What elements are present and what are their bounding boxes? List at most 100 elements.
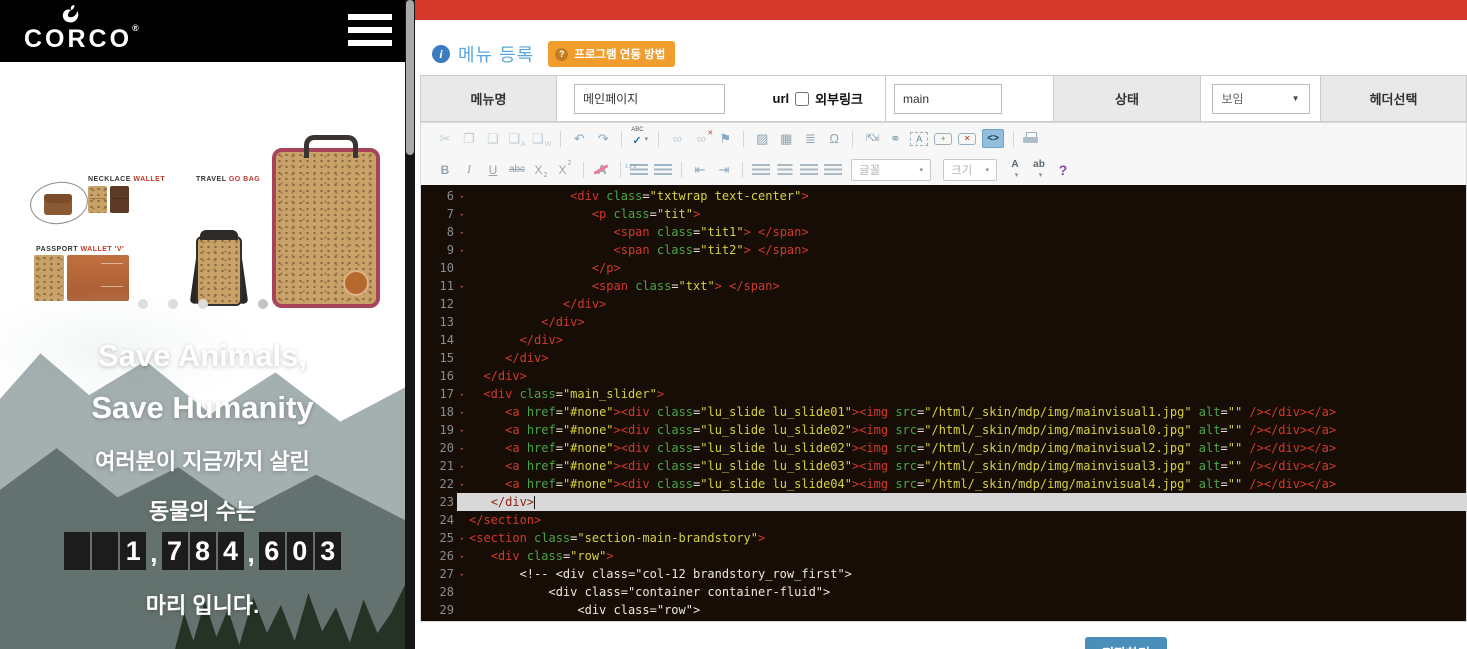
paste-button[interactable]: ❑ <box>484 129 502 148</box>
undo-button[interactable]: ↶ <box>570 129 588 148</box>
fold-arrow-icon[interactable]: ▾ <box>460 548 464 566</box>
fold-arrow-icon[interactable]: ▾ <box>460 242 464 260</box>
maximize-button[interactable]: ⇱⇲ <box>862 129 880 148</box>
code-line-30[interactable]: 30 <div class="col-12 col-lg-7 brandstor… <box>421 619 1466 621</box>
find-replace-button[interactable]: ⚭ <box>886 129 904 148</box>
link-button[interactable]: ∞ <box>668 129 686 148</box>
font-combo[interactable]: 글꼴▾ <box>851 159 931 181</box>
menu-hamburger-icon[interactable] <box>348 14 392 48</box>
code-line-27[interactable]: 27▾ <!-- <div class="col-12 brandstory_r… <box>421 565 1466 583</box>
indent-button[interactable]: ⇥ <box>715 160 733 179</box>
select-all-button[interactable]: A <box>910 132 928 146</box>
align-justify-button[interactable] <box>824 164 842 175</box>
code-line-9[interactable]: 9▾ <span class="tit2"> </span> <box>421 241 1466 259</box>
fold-arrow-icon[interactable]: ▾ <box>460 224 464 242</box>
underline-button[interactable]: U <box>484 160 502 179</box>
spell-check-button[interactable]: ABC✓▾ <box>631 129 649 148</box>
product-carousel[interactable]: NECKLACE WALLET PASSPORT WALLET 'V' TRAV… <box>0 62 405 270</box>
status-select[interactable]: 보임 ▼ <box>1212 84 1310 114</box>
outdent-button[interactable]: ⇤ <box>691 160 709 179</box>
code-line-26[interactable]: 26▾ <div class="row"> <box>421 547 1466 565</box>
table-button[interactable]: ▦ <box>777 129 795 148</box>
fold-arrow-icon[interactable]: ▾ <box>460 476 464 494</box>
code-line-6[interactable]: 6▾ <div class="txtwrap text-center"> <box>421 187 1466 205</box>
align-right-button[interactable] <box>800 164 818 175</box>
code-line-15[interactable]: 15 </div> <box>421 349 1466 367</box>
toolbar-separator <box>681 162 682 178</box>
unlink-button[interactable]: ∞✕ <box>692 129 710 148</box>
code-line-29[interactable]: 29 <div class="row"> <box>421 601 1466 619</box>
code-line-21[interactable]: 21▾ <a href="#none"><div class="lu_slide… <box>421 457 1466 475</box>
anchor-flag-button[interactable]: ⚑ <box>716 129 734 148</box>
status-label: 상태 <box>1054 76 1201 121</box>
remove-format-button[interactable]: A <box>593 160 611 179</box>
save-button[interactable]: 저장하기 <box>1085 637 1167 649</box>
code-line-28[interactable]: 28 <div class="container container-fluid… <box>421 583 1466 601</box>
copy-button[interactable]: ❐ <box>460 129 478 148</box>
code-line-12[interactable]: 12 </div> <box>421 295 1466 313</box>
scrollbar-thumb[interactable] <box>406 0 414 155</box>
code-line-25[interactable]: 25▾<section class="section-main-brandsto… <box>421 529 1466 547</box>
fold-arrow-icon[interactable]: ▾ <box>460 188 464 206</box>
code-line-23[interactable]: 23 </div> <box>421 493 1466 511</box>
strikethrough-button[interactable]: abc <box>508 160 526 179</box>
comment-remove-button[interactable]: ✕ <box>958 133 976 145</box>
code-line-16[interactable]: 16 </div> <box>421 367 1466 385</box>
print-button[interactable] <box>1023 132 1041 145</box>
comment-add-button[interactable]: + <box>934 133 952 145</box>
bg-color-button[interactable]: ab▾ <box>1030 160 1048 179</box>
fold-arrow-icon[interactable]: ▾ <box>460 530 464 548</box>
code-line-7[interactable]: 7▾ <p class="tit"> <box>421 205 1466 223</box>
numbered-list-button[interactable] <box>630 164 648 175</box>
preview-scrollbar[interactable] <box>405 0 415 649</box>
align-left-button[interactable] <box>752 164 770 175</box>
fold-arrow-icon[interactable]: ▾ <box>460 422 464 440</box>
text-color-button[interactable]: A▾ <box>1006 160 1024 179</box>
paste-text-button[interactable]: ❑A <box>508 129 526 148</box>
comment-add-icon: + <box>941 134 946 144</box>
source-button[interactable]: <> <box>982 129 1004 148</box>
toolbar-separator <box>1013 131 1014 147</box>
fold-arrow-icon[interactable]: ▾ <box>460 206 464 224</box>
external-link-checkbox[interactable] <box>795 92 809 106</box>
toolbar-separator <box>852 131 853 147</box>
about-button[interactable]: ? <box>1054 160 1072 179</box>
code-line-20[interactable]: 20▾ <a href="#none"><div class="lu_slide… <box>421 439 1466 457</box>
code-line-13[interactable]: 13 </div> <box>421 313 1466 331</box>
fold-arrow-icon[interactable]: ▾ <box>460 278 464 296</box>
brown-wallet-image <box>110 186 129 213</box>
code-line-14[interactable]: 14 </div> <box>421 331 1466 349</box>
fold-arrow-icon[interactable]: ▾ <box>460 386 464 404</box>
superscript-button[interactable]: X2 <box>556 160 574 179</box>
bulleted-list-button[interactable] <box>654 164 672 175</box>
code-area[interactable]: 6▾ <div class="txtwrap text-center">7▾ <… <box>421 185 1466 621</box>
paste-icon: ❑ <box>487 131 499 147</box>
code-line-18[interactable]: 18▾ <a href="#none"><div class="lu_slide… <box>421 403 1466 421</box>
code-line-17[interactable]: 17▾ <div class="main_slider"> <box>421 385 1466 403</box>
fold-arrow-icon[interactable]: ▾ <box>460 404 464 422</box>
align-center-button[interactable] <box>776 164 794 175</box>
paste-word-button[interactable]: ❑W <box>532 129 551 148</box>
redo-button[interactable]: ↷ <box>594 129 612 148</box>
bold-button[interactable]: B <box>436 160 454 179</box>
code-line-24[interactable]: 24</section> <box>421 511 1466 529</box>
special-character-button[interactable]: Ω <box>825 129 843 148</box>
menu-name-input[interactable] <box>574 84 725 114</box>
horizontal-line-button[interactable]: ≣ <box>801 129 819 148</box>
fold-arrow-icon[interactable]: ▾ <box>460 566 464 584</box>
fold-arrow-icon[interactable]: ▾ <box>460 440 464 458</box>
image-button[interactable]: ▨ <box>753 129 771 148</box>
subscript-button[interactable]: X2 <box>532 160 550 179</box>
italic-button[interactable]: I <box>460 160 478 179</box>
program-link-help-button[interactable]: ? 프로그램 연동 방법 <box>548 41 675 67</box>
size-combo[interactable]: 크기▾ <box>943 159 997 181</box>
code-line-22[interactable]: 22▾ <a href="#none"><div class="lu_slide… <box>421 475 1466 493</box>
code-line-8[interactable]: 8▾ <span class="tit1"> </span> <box>421 223 1466 241</box>
code-line-11[interactable]: 11▾ <span class="txt"> </span> <box>421 277 1466 295</box>
url-input[interactable] <box>894 84 1002 114</box>
chevron-down-icon: ▾ <box>645 135 649 143</box>
code-line-10[interactable]: 10 </p> <box>421 259 1466 277</box>
cut-button[interactable]: ✂ <box>436 129 454 148</box>
fold-arrow-icon[interactable]: ▾ <box>460 458 464 476</box>
code-line-19[interactable]: 19▾ <a href="#none"><div class="lu_slide… <box>421 421 1466 439</box>
